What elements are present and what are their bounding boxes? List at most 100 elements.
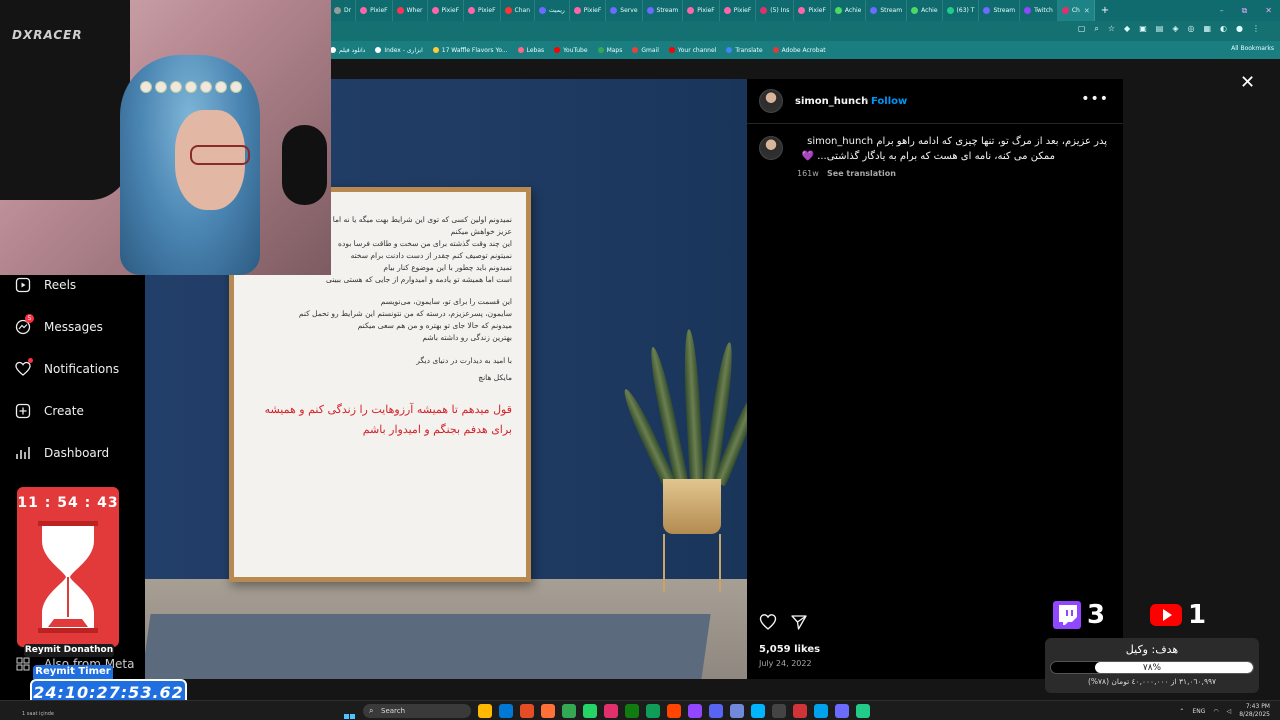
like-heart-icon[interactable] [759,613,777,631]
sidebar-item-messages[interactable]: 5 Messages [14,314,103,336]
letter-line: سایمون، پسرعزیزم، درسته که من نتونستم ای… [298,309,512,318]
minimize-button[interactable]: – [1220,6,1224,15]
tray-chevron-icon[interactable]: ⌃ [1179,708,1184,715]
browser-tab[interactable]: Chan [501,0,536,21]
bookmark-item[interactable]: Index - ابزاری [375,47,423,54]
grid-icon [14,655,32,673]
menu-kebab-icon[interactable]: ⋮ [1252,24,1260,34]
browser-tab[interactable]: ریمیت [535,0,570,21]
sidebar-item-dashboard[interactable]: Dashboard [14,444,109,462]
hourglass-time: 11 : 54 : 43 [17,495,119,511]
browser-tab[interactable]: Twitch [1020,0,1058,21]
taskbar-app-icon[interactable] [499,704,513,718]
bookmark-item[interactable]: Maps [597,47,622,54]
tab-title: PixieF [697,7,715,14]
bookmark-item[interactable]: دانلود فیلم [330,47,365,54]
username-link[interactable]: simon_hunch [795,96,868,107]
zoom-icon[interactable]: ⌕ [1094,24,1098,34]
browser-tab[interactable]: PixieF [356,0,393,21]
extension-icon[interactable]: ◐ [1220,24,1227,34]
taskbar-app-icon[interactable] [835,704,849,718]
taskbar-app-icon[interactable] [688,704,702,718]
browser-tab[interactable]: Wher [393,0,428,21]
taskbar-app-icon[interactable] [625,704,639,718]
avatar[interactable] [759,89,783,113]
screenshot-icon[interactable]: ▢ [1078,24,1086,34]
extension-icon[interactable]: ▤ [1156,24,1164,34]
sidebar-item-create[interactable]: Create [14,402,84,420]
all-bookmarks-button[interactable]: All Bookmarks [1231,45,1274,52]
taskbar-clock[interactable]: 7:43 PM 8/28/2025 [1239,703,1270,719]
taskbar-app-icon[interactable] [478,704,492,718]
extension-icon[interactable]: ◎ [1187,24,1194,34]
browser-tab[interactable]: PixieF [428,0,465,21]
bookmark-item[interactable]: YouTube [554,47,588,54]
taskbar-app-icon[interactable] [856,704,870,718]
taskbar-app-icon[interactable] [562,704,576,718]
browser-tab[interactable]: Ch ✕ [1057,0,1095,21]
browser-tab[interactable]: Stream [643,0,684,21]
share-send-icon[interactable] [790,613,808,631]
extension-icon[interactable]: ◈ [1172,24,1178,34]
taskbar-app-icon[interactable] [814,704,828,718]
close-window-button[interactable]: ✕ [1265,6,1272,15]
bookmark-item[interactable]: 17 Waffle Flavors Yo... [432,47,508,54]
sidebar-item-notifications[interactable]: Notifications [14,358,119,378]
browser-tab[interactable]: Serve [606,0,643,21]
volume-icon[interactable]: ◁ [1227,708,1232,715]
taskbar-app-icon[interactable] [793,704,807,718]
taskbar-app-icon[interactable] [730,704,744,718]
bookmark-item[interactable]: Adobe Acrobat [772,47,826,54]
follow-button[interactable]: Follow [871,96,907,107]
taskbar-app-icon[interactable] [520,704,534,718]
post-date: July 24, 2022 [759,659,812,668]
taskbar-app-icon[interactable] [772,704,786,718]
browser-tab[interactable]: Stream [979,0,1021,21]
browser-tab[interactable]: PixieF [683,0,720,21]
bookmark-item[interactable]: Gmail [632,47,659,54]
bookmark-favicon-icon [597,47,604,53]
browser-tab[interactable]: Dr [330,0,357,21]
close-post-icon[interactable]: ✕ [1240,72,1255,93]
see-translation-link[interactable]: See translation [827,169,896,178]
browser-tab[interactable]: PixieF [464,0,501,21]
taskbar-app-icon[interactable] [646,704,660,718]
browser-tab[interactable]: (5) Ins [756,0,795,21]
taskbar-app-icon[interactable] [751,704,765,718]
twitch-icon [1053,601,1081,629]
maximize-button[interactable]: ⧉ [1242,6,1248,16]
browser-tab[interactable]: PixieF [720,0,757,21]
new-tab-button[interactable]: + [1095,5,1115,16]
bookmark-star-icon[interactable]: ☆ [1108,24,1115,34]
sidebar-item-reels[interactable]: Reels [14,276,76,294]
windows-start-icon[interactable] [344,705,356,719]
browser-tab[interactable]: Stream [866,0,908,21]
extension-icon[interactable]: ◆ [1124,24,1130,34]
taskbar-app-icon[interactable] [541,704,555,718]
bookmark-item[interactable]: Your channel [668,47,716,54]
browser-tab[interactable]: PixieF [794,0,831,21]
taskbar-search[interactable]: ⌕ Search [363,704,471,718]
extension-icon[interactable]: ▦ [1203,24,1211,34]
taskbar-app-icon[interactable] [709,704,723,718]
profile-icon[interactable]: ● [1236,24,1243,34]
language-indicator[interactable]: ENG [1192,708,1205,715]
sidebar-item-label: Create [44,404,84,418]
tab-favicon-icon [946,7,954,14]
bookmark-item[interactable]: Translate [726,47,763,54]
taskbar-app-icon[interactable] [667,704,681,718]
bookmark-item[interactable]: Lebas [517,47,544,54]
browser-tab[interactable]: Achie [831,0,867,21]
caption-avatar[interactable] [759,136,783,160]
browser-tab[interactable]: PixieF [570,0,607,21]
extension-icon[interactable]: ▣ [1139,24,1147,34]
letter-line: است اما همیشه تو یادمه و امیدوارم از جای… [325,275,512,284]
wifi-icon[interactable]: ◠ [1213,708,1218,715]
browser-tab[interactable]: Achie [907,0,943,21]
taskbar-app-icon[interactable] [604,704,618,718]
more-options-icon[interactable]: ••• [1081,91,1109,107]
taskbar-app-icon[interactable] [583,704,597,718]
likes-count[interactable]: 5,059 likes [759,644,820,655]
browser-tab[interactable]: (63) T [943,0,980,21]
close-tab-icon[interactable]: ✕ [1084,7,1090,15]
